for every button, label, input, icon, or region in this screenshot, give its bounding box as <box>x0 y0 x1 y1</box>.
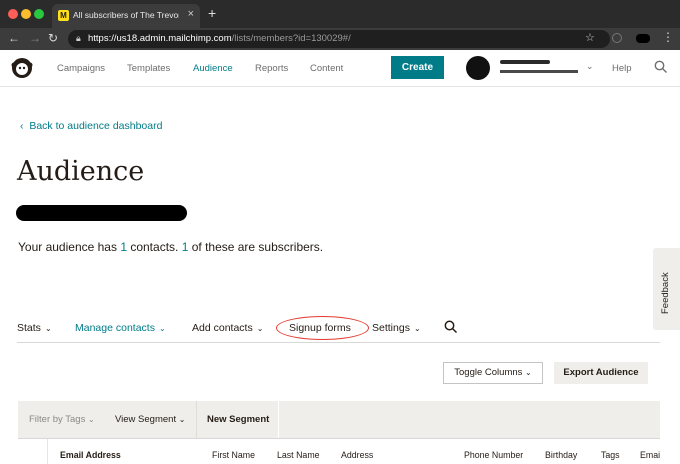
column-email-address[interactable]: Email Address <box>60 450 121 460</box>
chevron-down-icon: ⌄ <box>413 324 421 333</box>
search-contacts-icon[interactable] <box>444 320 458 334</box>
add-contacts-menu[interactable]: Add contacts ⌄ <box>192 322 263 334</box>
nav-audience[interactable]: Audience <box>193 63 233 74</box>
column-first-name[interactable]: First Name <box>212 450 255 460</box>
contacts-table-header: Email Address First Name Last Name Addre… <box>18 438 660 464</box>
window-close-button[interactable] <box>8 9 18 19</box>
summary-suffix: of these are subscribers. <box>188 240 324 254</box>
contacts-count-link[interactable]: 1 <box>120 240 127 254</box>
lock-icon: 🔒︎ <box>76 33 81 43</box>
column-tags[interactable]: Tags <box>601 450 620 460</box>
mailchimp-logo-icon[interactable] <box>10 56 34 80</box>
tab-close-icon[interactable]: × <box>188 8 194 20</box>
page-title: Audience <box>17 156 145 187</box>
column-last-name[interactable]: Last Name <box>277 450 320 460</box>
url-host: https://us18.admin.mailchimp.com <box>88 33 232 44</box>
back-link-label: Back to audience dashboard <box>29 120 163 132</box>
url-text: https://us18.admin.mailchimp.com/lists/m… <box>88 33 351 44</box>
toggle-columns-button[interactable]: Toggle Columns ⌄ <box>443 362 543 384</box>
audience-summary: Your audience has 1 contacts. 1 of these… <box>18 240 323 254</box>
nav-templates[interactable]: Templates <box>127 63 170 74</box>
avatar[interactable] <box>466 56 490 80</box>
column-address[interactable]: Address <box>341 450 373 460</box>
browser-toolbar: ← → ↻ 🔒︎ https://us18.admin.mailchimp.co… <box>0 28 680 50</box>
summary-prefix: Your audience has <box>18 240 121 254</box>
browser-tab-bar: M All subscribers of The Trevor H × + <box>0 0 680 28</box>
browser-menu-icon[interactable]: ⋮ <box>662 30 674 44</box>
column-email-truncated[interactable]: Emai <box>640 450 660 460</box>
back-arrow-icon[interactable]: ← <box>8 31 20 45</box>
url-path: /lists/members?id=130029#/ <box>231 33 351 44</box>
settings-menu[interactable]: Settings ⌄ <box>372 322 421 334</box>
stats-menu[interactable]: Stats ⌄ <box>17 322 52 334</box>
chevron-down-icon: ⌄ <box>158 324 166 333</box>
add-contacts-label: Add contacts <box>192 322 253 334</box>
chevron-down-icon: ⌄ <box>44 324 52 333</box>
chevron-down-icon: ⌄ <box>525 368 532 377</box>
chevron-down-icon: ⌄ <box>87 415 95 424</box>
chevron-down-icon: ⌄ <box>178 415 186 424</box>
view-segment-label: View Segment <box>115 414 177 425</box>
toggle-columns-label: Toggle Columns <box>454 367 523 378</box>
view-segment-dropdown[interactable]: View Segment ⌄ <box>115 414 185 425</box>
column-phone-number[interactable]: Phone Number <box>464 450 523 460</box>
audience-name-redacted <box>16 205 187 221</box>
window-zoom-button[interactable] <box>34 9 44 19</box>
annotation-circle <box>276 316 369 340</box>
settings-label: Settings <box>372 322 410 334</box>
feedback-label: Feedback <box>660 272 671 314</box>
column-birthday[interactable]: Birthday <box>545 450 577 460</box>
reload-icon[interactable]: ↻ <box>48 31 58 45</box>
manage-contacts-menu[interactable]: Manage contacts ⌄ <box>75 322 166 334</box>
nav-content[interactable]: Content <box>310 63 343 74</box>
chevron-down-icon[interactable]: ⌄ <box>586 61 594 72</box>
divider <box>278 401 279 438</box>
nav-campaigns[interactable]: Campaigns <box>57 63 105 74</box>
chevron-left-icon: ‹ <box>20 120 24 132</box>
profile-icon[interactable] <box>636 34 650 43</box>
extension-icon[interactable] <box>612 33 622 43</box>
forward-arrow-icon[interactable]: → <box>29 31 41 45</box>
back-to-dashboard-link[interactable]: ‹ Back to audience dashboard <box>20 120 162 132</box>
url-field[interactable]: 🔒︎ https://us18.admin.mailchimp.com/list… <box>68 30 610 48</box>
export-audience-button[interactable]: Export Audience <box>554 362 648 384</box>
help-link[interactable]: Help <box>612 63 632 74</box>
search-icon[interactable] <box>654 60 668 74</box>
new-tab-icon[interactable]: + <box>208 5 216 21</box>
filter-by-tags-label: Filter by Tags <box>29 414 86 425</box>
filter-bar: Filter by Tags ⌄ View Segment ⌄ New Segm… <box>18 401 660 438</box>
window-minimize-button[interactable] <box>21 9 31 19</box>
mailchimp-favicon-icon: M <box>58 10 69 21</box>
new-segment-button[interactable]: New Segment <box>207 414 269 425</box>
app-header: Campaigns Templates Audience Reports Con… <box>0 50 680 87</box>
divider <box>196 401 197 438</box>
account-org-redacted <box>500 70 578 73</box>
nav-reports[interactable]: Reports <box>255 63 288 74</box>
account-name-redacted <box>500 60 550 64</box>
create-button[interactable]: Create <box>391 56 444 79</box>
select-all-column[interactable] <box>18 439 48 464</box>
filter-by-tags-dropdown[interactable]: Filter by Tags ⌄ <box>29 414 95 425</box>
tab-title: All subscribers of The Trevor H <box>73 10 179 20</box>
manage-contacts-label: Manage contacts <box>75 322 155 334</box>
bookmark-star-icon[interactable]: ☆ <box>585 31 595 44</box>
stats-label: Stats <box>17 322 41 334</box>
browser-tab[interactable]: M All subscribers of The Trevor H × <box>52 4 200 28</box>
chevron-down-icon: ⌄ <box>256 324 264 333</box>
summary-middle: contacts. <box>127 240 182 254</box>
